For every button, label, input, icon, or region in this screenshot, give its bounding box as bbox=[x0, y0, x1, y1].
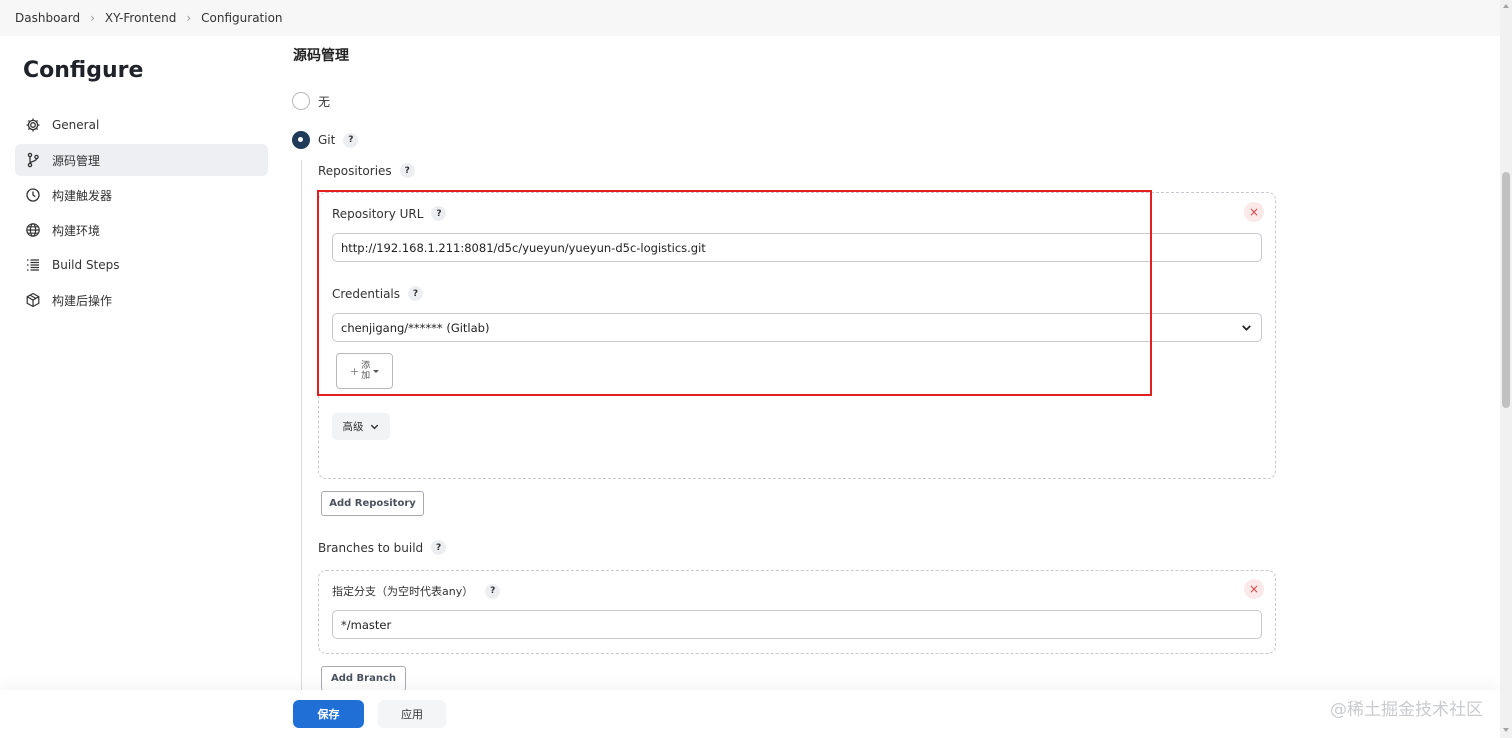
scm-option-git[interactable]: Git ? bbox=[292, 131, 359, 149]
add-branch-button[interactable]: Add Branch bbox=[321, 666, 406, 691]
radio-label: Git bbox=[318, 133, 336, 147]
breadcrumb-project[interactable]: XY-Frontend bbox=[105, 11, 176, 25]
radio-button-checked[interactable] bbox=[292, 131, 310, 149]
sidebar-item-label: 构建后操作 bbox=[52, 293, 113, 308]
advanced-label: 高级 bbox=[342, 421, 364, 433]
repo-url-label: Repository URL ? bbox=[332, 206, 447, 221]
radio-button[interactable] bbox=[292, 92, 310, 110]
sidebar-item-label: 源码管理 bbox=[52, 153, 101, 168]
sidebar-item-general[interactable]: General bbox=[15, 109, 268, 141]
credentials-selected-value: chenjigang/****** (Gitlab) bbox=[341, 320, 490, 335]
box-icon bbox=[25, 292, 41, 308]
advanced-button[interactable]: 高级 bbox=[332, 413, 390, 440]
chevron-right-icon: › bbox=[90, 11, 95, 25]
sidebar-item-label: General bbox=[52, 118, 100, 132]
remove-branch-icon[interactable]: × bbox=[1244, 579, 1264, 599]
section-title: 源码管理 bbox=[293, 48, 349, 64]
branches-label: Branches to build ? bbox=[318, 540, 447, 555]
help-icon[interactable]: ? bbox=[399, 163, 415, 178]
bottom-action-bar bbox=[0, 690, 1500, 738]
sidebar-item-post-build[interactable]: 构建后操作 bbox=[15, 284, 268, 316]
chevron-down-icon bbox=[370, 424, 378, 430]
section-indent-line bbox=[301, 160, 302, 690]
chevron-right-icon: › bbox=[186, 11, 192, 25]
branches-label-text: Branches to build bbox=[318, 540, 424, 555]
save-button[interactable]: 保存 bbox=[293, 700, 364, 728]
radio-label: 无 bbox=[318, 94, 331, 109]
sidebar-item-environment[interactable]: 构建环境 bbox=[15, 214, 268, 246]
credentials-label: Credentials ? bbox=[332, 286, 424, 301]
sidebar-item-scm[interactable]: 源码管理 bbox=[15, 144, 268, 176]
sidebar-item-label: 构建环境 bbox=[52, 223, 101, 238]
remove-repository-icon[interactable]: × bbox=[1244, 202, 1264, 222]
page-title: Configure bbox=[23, 58, 144, 83]
list-icon bbox=[25, 257, 41, 273]
add-credentials-button[interactable]: + 添 加 bbox=[336, 353, 393, 389]
breadcrumb-dashboard[interactable]: Dashboard bbox=[15, 11, 80, 25]
globe-icon bbox=[25, 222, 41, 238]
scm-option-none[interactable]: 无 bbox=[292, 92, 330, 110]
repo-url-label-text: Repository URL bbox=[332, 206, 424, 221]
apply-button[interactable]: 应用 bbox=[378, 700, 446, 728]
repositories-label: Repositories ? bbox=[318, 163, 415, 178]
help-icon[interactable]: ? bbox=[343, 132, 359, 148]
watermark: @稀土掘金技术社区 bbox=[1330, 700, 1483, 720]
help-icon[interactable]: ? bbox=[431, 206, 447, 221]
plus-icon: + bbox=[349, 364, 360, 378]
credentials-select[interactable]: chenjigang/****** (Gitlab) bbox=[332, 313, 1262, 342]
branch-specifier-input[interactable] bbox=[332, 610, 1262, 639]
credentials-label-text: Credentials bbox=[332, 286, 401, 301]
add-label-line-2: 加 bbox=[361, 371, 371, 381]
breadcrumb: Dashboard › XY-Frontend › Configuration bbox=[0, 0, 1500, 36]
scroll-up-icon[interactable] bbox=[1503, 4, 1509, 8]
add-repository-button[interactable]: Add Repository bbox=[321, 491, 424, 516]
add-label-line-1: 添 bbox=[361, 361, 371, 371]
vertical-scrollbar[interactable] bbox=[1500, 0, 1512, 738]
repositories-label-text: Repositories bbox=[318, 163, 392, 178]
sidebar-item-label: 构建触发器 bbox=[52, 188, 113, 203]
branch-specifier-label-text: 指定分支（为空时代表any） bbox=[332, 585, 474, 598]
sidebar-item-triggers[interactable]: 构建触发器 bbox=[15, 179, 268, 211]
chevron-down-icon bbox=[1242, 325, 1251, 331]
help-icon[interactable]: ? bbox=[485, 583, 501, 599]
help-icon[interactable]: ? bbox=[431, 540, 447, 555]
clock-icon bbox=[25, 187, 41, 203]
branch-specifier-label: 指定分支（为空时代表any） ? bbox=[332, 583, 501, 599]
scrollbar-thumb[interactable] bbox=[1502, 172, 1510, 408]
gear-icon bbox=[25, 117, 41, 133]
sidebar-item-label: Build Steps bbox=[52, 258, 120, 272]
breadcrumb-configuration[interactable]: Configuration bbox=[201, 11, 282, 25]
branch-icon bbox=[25, 152, 41, 168]
scroll-down-icon[interactable] bbox=[1503, 728, 1509, 732]
sidebar-item-build-steps[interactable]: Build Steps bbox=[15, 249, 268, 281]
help-icon[interactable]: ? bbox=[408, 286, 424, 301]
repo-url-input[interactable] bbox=[332, 233, 1262, 262]
caret-down-icon bbox=[373, 369, 380, 373]
add-label: 添 加 bbox=[361, 361, 370, 381]
